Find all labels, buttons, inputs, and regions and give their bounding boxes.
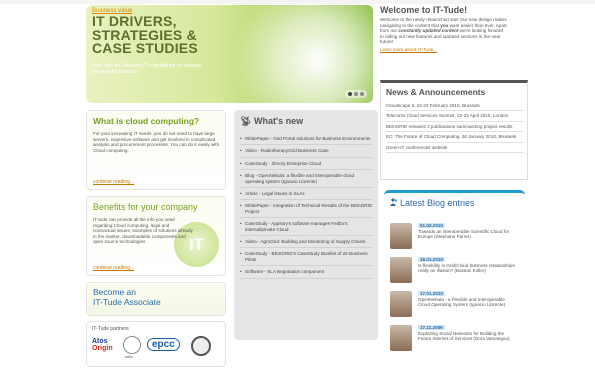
people-icon xyxy=(390,198,398,206)
origin-logo-text: Origin xyxy=(92,345,113,352)
blog-date: 17.11.2009 xyxy=(418,325,445,330)
hero-glow xyxy=(233,5,373,103)
author-avatar xyxy=(390,325,412,351)
whats-new-item[interactable]: Blog - OpenNebula: a flexible and intero… xyxy=(240,170,373,189)
news-item[interactable]: Telecoms Cloud Services Summit, 22-23 Ap… xyxy=(386,111,524,122)
partners-title: IT-Tude partners xyxy=(92,326,129,332)
cloud-computing-box: What is cloud computing? For your increa… xyxy=(86,110,226,190)
celic-logo[interactable] xyxy=(123,336,141,354)
blog-entry-text[interactable]: Is flexibility in Grid/Cloud business re… xyxy=(418,263,518,274)
top-bar xyxy=(0,0,595,4)
whats-new-item[interactable]: Software - SLA Negotiation component xyxy=(240,266,373,279)
slider-dot[interactable] xyxy=(360,92,364,96)
slider-dots[interactable] xyxy=(345,90,367,98)
news-list: Cloudscape II, 22-23 February 2010, Brus… xyxy=(386,101,524,154)
associate-text: Become an IT-Tude Associate xyxy=(93,287,161,307)
blog-title: Latest Blog entries xyxy=(390,198,475,208)
blog-entry-text[interactable]: Towards an interoperable Scientific Clou… xyxy=(418,229,518,240)
whats-new-item[interactable]: WhitePaper - Grid Portal solutions for B… xyxy=(240,133,373,146)
epcc-logo[interactable]: epcc xyxy=(147,338,180,351)
blog-date: 17.01.2010 xyxy=(418,291,445,296)
hero-title: IT DRIVERS, STRATEGIES & CASE STUDIES xyxy=(92,14,198,56)
news-item[interactable]: BEinGRID releases 3 publications summari… xyxy=(386,122,524,133)
whats-new-item[interactable]: Video - AgroGrid: Building and Monitorin… xyxy=(240,236,373,249)
news-item[interactable]: EC: The Future of Cloud Computing, 26 Ja… xyxy=(386,132,524,143)
author-avatar xyxy=(390,291,412,317)
news-item[interactable]: Green-IT conferences website xyxy=(386,143,524,154)
blog-panel: Latest Blog entries 01.02.2010 Towards a… xyxy=(384,190,525,365)
hero-title-line: CASE STUDIES xyxy=(92,40,198,56)
benefits-box: IT Benefits for your company IT-tude can… xyxy=(86,196,226,276)
learn-more-link[interactable]: Learn more about IT-Tude... xyxy=(380,47,530,52)
whats-new-title: 📡︎ What's new xyxy=(240,116,303,127)
benefits-continue-link[interactable]: continue reading... xyxy=(93,265,134,271)
blog-entry-text[interactable]: OpenNebula - a Flexible and Interoperabl… xyxy=(418,297,518,308)
whats-new-item[interactable]: Video - RadiotherapyGrid Business Case xyxy=(240,145,373,158)
whats-new-item[interactable]: Article - Legal issues in SLAs xyxy=(240,188,373,201)
whats-new-item[interactable]: CaseStudy - Zimory Enterprise Cloud xyxy=(240,158,373,171)
whats-new-panel: 📡︎ What's new WhitePaper - Grid Portal s… xyxy=(234,110,378,340)
hero-banner[interactable]: Business value IT DRIVERS, STRATEGIES & … xyxy=(86,5,373,103)
partners-box: IT-Tude partners Atos Origin celic epcc xyxy=(86,321,226,367)
blog-date: 01.02.2010 xyxy=(418,223,445,228)
welcome-section: Welcome to IT-Tude! Welcome to the newly… xyxy=(380,5,530,85)
benefits-box-text: IT-tude can provide all the info you nee… xyxy=(93,217,193,245)
news-item[interactable]: Cloudscape II, 22-23 February 2010, Brus… xyxy=(386,101,524,112)
author-avatar xyxy=(390,223,412,249)
welcome-title: Welcome to IT-Tude! xyxy=(380,5,468,15)
whats-new-list: WhitePaper - Grid Portal solutions for B… xyxy=(240,133,373,279)
university-seal-logo[interactable] xyxy=(191,336,211,356)
cloud-continue-link[interactable]: continue reading... xyxy=(93,179,134,185)
blog-entry-text[interactable]: Exploiting Social Networks for Building … xyxy=(418,331,518,342)
associate-banner[interactable]: Become an IT-Tude Associate xyxy=(86,282,226,316)
whats-new-label: What's new xyxy=(253,116,304,126)
news-panel: News & Announcements Cloudscape II, 22-2… xyxy=(380,80,528,180)
blog-entry[interactable]: 01.02.2010 Towards an interoperable Scie… xyxy=(390,223,522,257)
cloud-box-title: What is cloud computing? xyxy=(93,116,200,126)
cloud-box-text: For your increasing IT needs, you do not… xyxy=(93,131,220,153)
blog-entry[interactable]: 18.01.2010 Is flexibility in Grid/Cloud … xyxy=(390,257,522,291)
blog-date: 18.01.2010 xyxy=(418,257,445,262)
antenna-icon: 📡︎ xyxy=(240,116,252,126)
whats-new-item[interactable]: CaseStudy - Appistry's software manages … xyxy=(240,218,373,237)
blog-title-label: Latest Blog entries xyxy=(400,198,475,208)
blog-entry[interactable]: 17.11.2009 Exploiting Social Networks fo… xyxy=(390,325,522,359)
blog-entry[interactable]: 17.01.2010 OpenNebula - a Flexible and I… xyxy=(390,291,522,325)
welcome-text: Welcome to the newly relaunched site! Ou… xyxy=(380,17,507,45)
associate-line: IT-Tude Associate xyxy=(93,296,161,307)
atos-origin-logo[interactable]: Atos Origin xyxy=(92,338,113,352)
author-avatar xyxy=(390,257,412,283)
atos-logo-text: Atos xyxy=(92,338,108,345)
slider-dot[interactable] xyxy=(348,92,352,96)
benefits-box-title: Benefits for your company xyxy=(93,202,198,212)
whats-new-item[interactable]: WhitePaper - Integration of Technical Re… xyxy=(240,200,373,219)
whats-new-item[interactable]: CaseStudy - BEinGRID's CaseStudy Booklet… xyxy=(240,248,373,267)
celic-logo-text: celic xyxy=(125,354,134,359)
slider-dot[interactable] xyxy=(354,92,358,96)
hero-subtitle: How Service-Oriented IT is facilitating … xyxy=(92,63,202,75)
news-title: News & Announcements xyxy=(386,87,486,97)
